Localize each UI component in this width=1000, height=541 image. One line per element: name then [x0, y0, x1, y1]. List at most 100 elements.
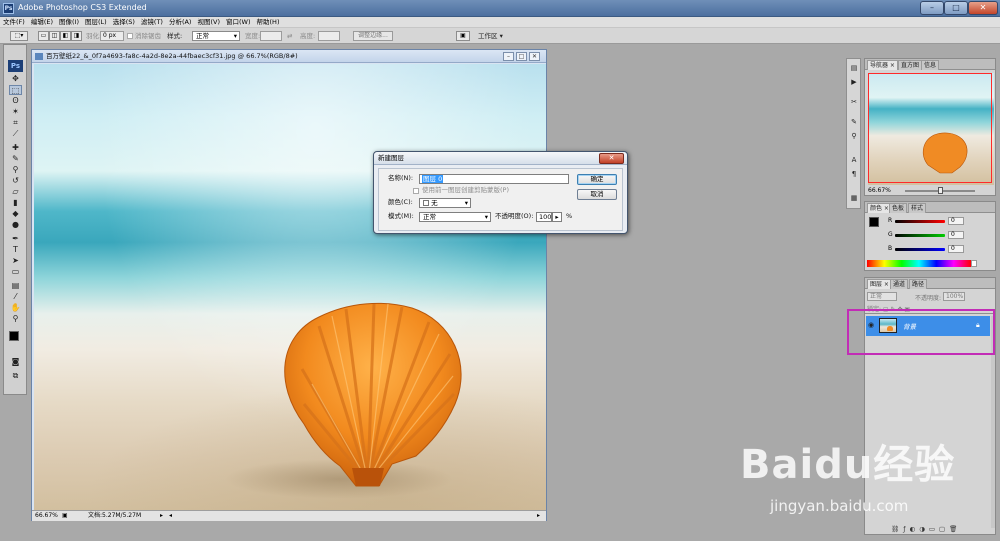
image-canvas[interactable]	[34, 64, 546, 510]
menu-analysis[interactable]: 分析(A)	[166, 17, 195, 28]
marquee-tool-preset-icon[interactable]: ⬚▾	[10, 31, 28, 41]
navigator-thumbnail[interactable]	[868, 73, 994, 185]
style-select[interactable]: 正常 ▾	[192, 31, 240, 41]
brush-tool-icon[interactable]: ✎	[9, 154, 22, 164]
g-slider[interactable]	[895, 234, 945, 237]
cancel-button[interactable]: 取消	[577, 189, 617, 200]
tab-styles[interactable]: 样式	[908, 203, 927, 213]
pen-tool-icon[interactable]: ✒	[9, 234, 22, 244]
opacity-input[interactable]: 100	[536, 212, 552, 222]
color-white-chip[interactable]	[971, 260, 977, 267]
tab-channels[interactable]: 通道	[890, 279, 909, 289]
navigator-zoom-thumb[interactable]	[938, 187, 943, 194]
foreground-color-swatch[interactable]	[9, 331, 19, 341]
move-tool-icon[interactable]: ✥	[9, 74, 22, 84]
brushes-panel-icon[interactable]: ✎	[849, 117, 859, 127]
layer-name-input[interactable]: 图层 0	[419, 174, 569, 184]
new-selection-icon[interactable]: ▭	[38, 31, 49, 41]
opacity-slider-toggle-icon[interactable]: ▸	[552, 212, 562, 222]
feather-input[interactable]: 0 px	[100, 31, 124, 41]
layers-footer-icons[interactable]: ⛓ƒ◐◑▭▢🗑︎	[891, 525, 961, 533]
b-slider[interactable]	[895, 248, 945, 251]
ok-button[interactable]: 确定	[577, 174, 617, 185]
clipping-mask-checkbox[interactable]	[413, 188, 419, 194]
layer-comps-icon[interactable]: ▦	[849, 193, 859, 203]
healing-brush-tool-icon[interactable]: ✚	[9, 143, 22, 153]
tab-navigator[interactable]: 导航器 ×	[867, 60, 898, 70]
zoom-level[interactable]: 66.67%	[35, 511, 58, 521]
tab-histogram[interactable]: 直方图	[898, 60, 923, 70]
menu-help[interactable]: 帮助(H)	[254, 17, 283, 28]
scroll-left-icon[interactable]: ◂	[169, 511, 172, 521]
tab-layers[interactable]: 图层 ×	[867, 279, 892, 289]
history-panel-icon[interactable]: ▤	[849, 63, 859, 73]
history-brush-tool-icon[interactable]: ↺	[9, 176, 22, 186]
menu-edit[interactable]: 编辑(E)	[28, 17, 56, 28]
mode-select[interactable]: 正常 ▾	[419, 212, 491, 222]
slice-tool-icon[interactable]: ⟋	[9, 129, 22, 139]
crop-tool-icon[interactable]: ⌗	[9, 118, 22, 128]
menu-window[interactable]: 窗口(W)	[223, 17, 254, 28]
tab-swatches[interactable]: 色板	[889, 203, 908, 213]
shape-tool-icon[interactable]: ▭	[9, 267, 22, 277]
subtract-selection-icon[interactable]: ◧	[60, 31, 71, 41]
tool-presets-icon[interactable]: ✂	[849, 97, 859, 107]
clone-source-icon[interactable]: ⚲	[849, 131, 859, 141]
magic-wand-tool-icon[interactable]: ✶	[9, 107, 22, 117]
tab-paths[interactable]: 路径	[909, 279, 928, 289]
tab-info[interactable]: 信息	[921, 60, 940, 70]
quick-mask-icon[interactable]: ◙	[9, 357, 22, 367]
refine-edge-button[interactable]: 调整边缘...	[353, 31, 393, 41]
b-value[interactable]: 0	[948, 245, 964, 253]
zoom-tool-icon[interactable]: ⚲	[9, 314, 22, 324]
doc-close-button[interactable]: ✕	[529, 52, 540, 61]
eyedropper-tool-icon[interactable]: ⁄	[9, 292, 22, 302]
color-spectrum-ramp[interactable]	[867, 260, 971, 267]
color-select[interactable]: 无 ▾	[419, 198, 471, 208]
navigator-view-box[interactable]	[868, 73, 992, 183]
lasso-tool-icon[interactable]: ʘ	[9, 96, 22, 106]
palette-well-icon[interactable]: ▣	[456, 31, 470, 41]
dodge-tool-icon[interactable]: ●	[9, 220, 22, 230]
menu-select[interactable]: 选择(S)	[110, 17, 138, 28]
r-slider[interactable]	[895, 220, 945, 223]
scroll-right-icon[interactable]: ▸	[537, 511, 540, 521]
maximize-button[interactable]: □	[944, 1, 968, 15]
paragraph-panel-icon[interactable]: ¶	[849, 169, 859, 179]
marquee-tool-icon[interactable]: ⬚	[9, 85, 22, 95]
swap-icon[interactable]: ⇄	[287, 28, 292, 44]
eraser-tool-icon[interactable]: ▱	[9, 187, 22, 197]
workspace-menu[interactable]: 工作区 ▾	[478, 28, 503, 44]
notes-tool-icon[interactable]: ▤	[9, 281, 22, 291]
color-fg-swatch[interactable]	[869, 217, 879, 227]
menu-filter[interactable]: 滤镜(T)	[138, 17, 166, 28]
menu-file[interactable]: 文件(F)	[0, 17, 28, 28]
g-value[interactable]: 0	[948, 231, 964, 239]
menu-layer[interactable]: 图层(L)	[82, 17, 110, 28]
layer-opacity-value[interactable]: 100%	[943, 292, 965, 301]
path-selection-tool-icon[interactable]: ➤	[9, 256, 22, 266]
gradient-tool-icon[interactable]: ▮	[9, 198, 22, 208]
screen-mode-icon[interactable]: ⧉	[9, 371, 22, 381]
hand-tool-icon[interactable]: ✋	[9, 303, 22, 313]
r-value[interactable]: 0	[948, 217, 964, 225]
navigator-zoom[interactable]: 66.67%	[868, 187, 891, 194]
status-menu-arrow-icon[interactable]: ▸	[160, 511, 163, 521]
actions-panel-icon[interactable]: ▶	[849, 77, 859, 87]
clone-stamp-tool-icon[interactable]: ⚲	[9, 165, 22, 175]
blend-mode-select[interactable]: 正常	[867, 292, 897, 301]
doc-maximize-button[interactable]: □	[516, 52, 527, 61]
dialog-close-button[interactable]: ✕	[599, 153, 624, 164]
height-input[interactable]	[318, 31, 340, 41]
doc-minimize-button[interactable]: –	[503, 52, 514, 61]
width-input[interactable]	[260, 31, 282, 41]
add-selection-icon[interactable]: ◫	[49, 31, 60, 41]
menu-image[interactable]: 图像(I)	[56, 17, 82, 28]
type-tool-icon[interactable]: T	[9, 245, 22, 255]
menu-view[interactable]: 视图(V)	[194, 17, 223, 28]
close-button[interactable]: ✕	[968, 1, 998, 15]
character-panel-icon[interactable]: A	[849, 155, 859, 165]
blur-tool-icon[interactable]: ◆	[9, 209, 22, 219]
intersect-selection-icon[interactable]: ◨	[71, 31, 82, 41]
minimize-button[interactable]: –	[920, 1, 944, 15]
